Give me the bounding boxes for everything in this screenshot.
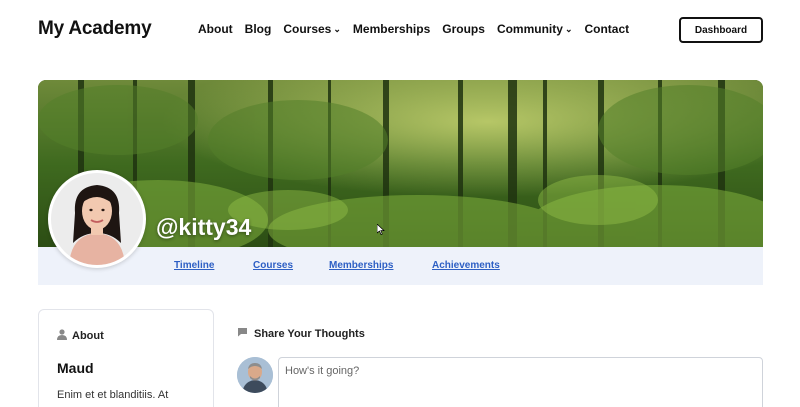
tab-timeline[interactable]: Timeline — [174, 260, 214, 271]
about-name: Maud — [57, 360, 94, 376]
chevron-down-icon: ⌄ — [333, 23, 341, 34]
cover-image — [38, 80, 763, 247]
nav-label: About — [198, 22, 233, 36]
tab-memberships[interactable]: Memberships — [329, 260, 393, 271]
nav-item-about[interactable]: About — [198, 22, 233, 36]
nav-label: Community — [496, 22, 563, 36]
profile-avatar — [48, 170, 146, 268]
nav-label: Blog — [244, 22, 272, 36]
about-heading: About — [57, 329, 104, 343]
site-logo[interactable]: My Academy — [38, 18, 152, 40]
nav-item-community[interactable]: Community ⌄ — [497, 22, 573, 36]
profile-username: @kitty34 — [156, 214, 252, 240]
nav-item-groups[interactable]: Groups — [442, 22, 485, 36]
share-heading-label: Share Your Thoughts — [254, 327, 365, 340]
tab-courses[interactable]: Courses — [253, 260, 293, 271]
mouse-cursor-icon — [376, 222, 385, 235]
current-user-avatar — [237, 357, 273, 393]
nav-label: Courses — [283, 22, 332, 36]
main-nav: About Blog Courses ⌄ Memberships Groups C… — [198, 22, 629, 36]
nav-label: Groups — [442, 22, 485, 36]
share-heading: Share Your Thoughts — [237, 327, 365, 340]
tab-achievements[interactable]: Achievements — [432, 260, 500, 271]
nav-item-courses[interactable]: Courses ⌄ — [283, 22, 341, 36]
about-heading-label: About — [72, 330, 104, 342]
about-card: About Maud Enim et et blanditiis. At — [38, 309, 214, 407]
speech-bubble-icon — [237, 327, 248, 340]
nav-item-contact[interactable]: Contact — [584, 22, 629, 36]
nav-item-memberships[interactable]: Memberships — [353, 22, 430, 36]
share-thoughts-input[interactable] — [278, 357, 763, 407]
nav-label: Memberships — [352, 22, 431, 36]
nav-item-blog[interactable]: Blog — [245, 22, 272, 36]
user-icon — [57, 329, 67, 343]
nav-label: Contact — [584, 22, 630, 36]
chevron-down-icon: ⌄ — [564, 23, 573, 34]
dashboard-button[interactable]: Dashboard — [679, 17, 763, 43]
profile-tab-bar: Timeline Courses Memberships Achievement… — [38, 247, 763, 285]
about-bio: Enim et et blanditiis. At — [57, 389, 169, 401]
